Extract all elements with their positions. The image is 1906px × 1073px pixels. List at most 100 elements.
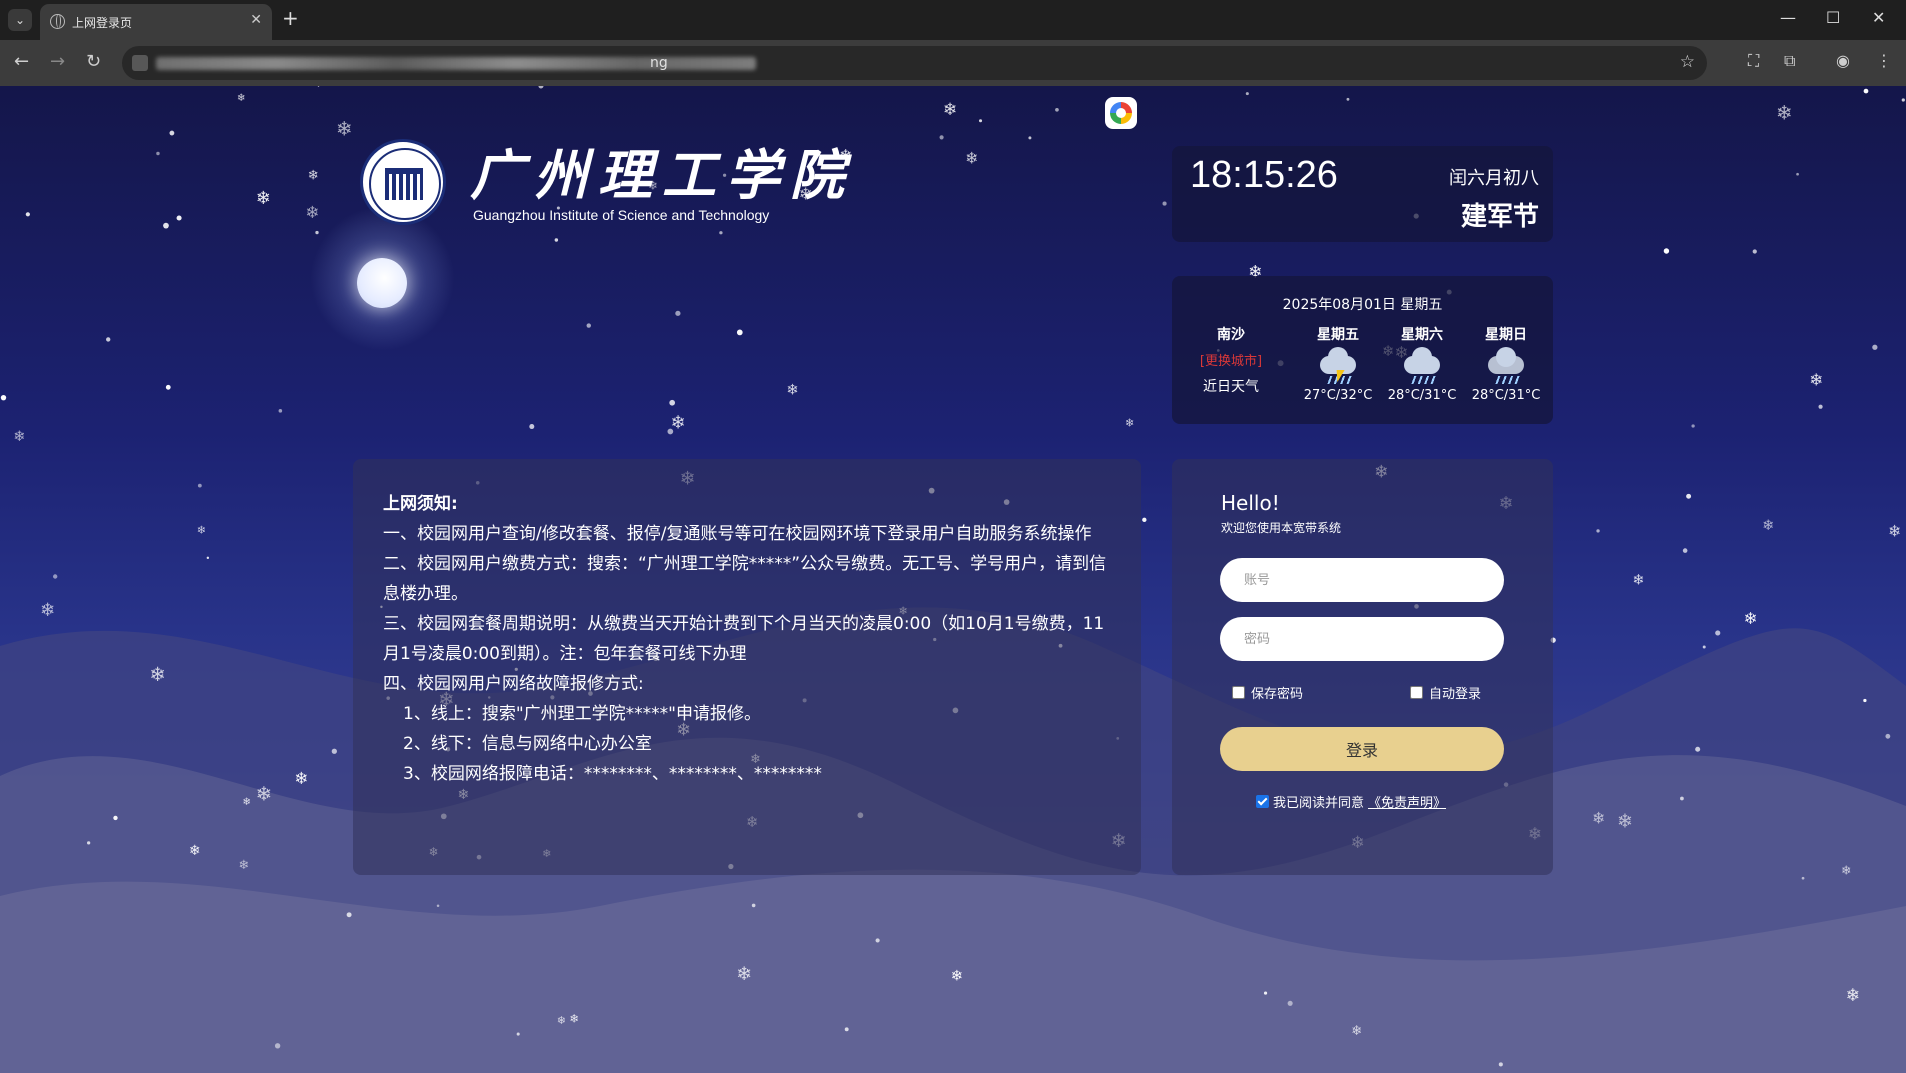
minimize-button[interactable]: —	[1780, 8, 1796, 27]
close-window-button[interactable]: ✕	[1872, 8, 1885, 27]
snow-dot	[25, 212, 30, 217]
weather-day-1: 星期五 27°C/32°C	[1296, 324, 1380, 403]
checkbox-box[interactable]	[1410, 686, 1423, 699]
festival-label: 建军节	[1460, 202, 1539, 232]
snowflake-icon: ❄	[294, 769, 308, 788]
lunar-date: 闰六月初八	[1449, 168, 1539, 189]
login-welcome: 欢迎您使用本宽带系统	[1221, 521, 1342, 535]
floating-app-icon[interactable]	[1105, 97, 1137, 129]
snowflake-icon: ❄	[965, 149, 978, 168]
snow-dot	[529, 424, 535, 430]
snow-dot	[1287, 1000, 1293, 1006]
snowflake-icon: ❄	[557, 1014, 566, 1027]
snow-dot	[1695, 746, 1701, 752]
weather-temp: 28°C/31°C	[1471, 388, 1541, 403]
snowflake-icon: ❄	[1776, 101, 1793, 124]
account-input[interactable]	[1220, 558, 1504, 602]
new-tab-button[interactable]: +	[282, 8, 299, 28]
maximize-button[interactable]: ☐	[1826, 8, 1840, 27]
snowflake-icon: ❄	[1846, 986, 1861, 1006]
snowflake-icon: ❄	[1888, 521, 1901, 540]
auto-login-checkbox[interactable]: 自动登录	[1410, 683, 1481, 702]
browser-tab-active[interactable]: 上网登录页 ✕	[40, 4, 272, 40]
snow-dot	[669, 399, 676, 406]
snowflake-icon: ❄	[197, 524, 206, 537]
profile-icon[interactable]: ◉	[1836, 51, 1850, 70]
save-password-checkbox[interactable]: 保存密码	[1232, 683, 1303, 702]
snow-dot	[331, 748, 337, 754]
close-tab-icon[interactable]: ✕	[250, 12, 262, 28]
snowflake-icon: ❄	[943, 100, 957, 120]
snowflake-icon: ❄	[951, 968, 963, 985]
snow-dot	[197, 483, 202, 488]
forward-button[interactable]: →	[50, 51, 65, 72]
bookmark-star-icon[interactable]: ☆	[1680, 52, 1695, 72]
snow-dot	[554, 238, 559, 242]
extensions-icon[interactable]: ⧉	[1784, 51, 1795, 71]
notice-line: 一、校园网用户查询/修改套餐、报停/复通账号等可在校园网环境下登录用户自助服务系…	[383, 524, 1092, 544]
notice-line: 四、校园网用户网络故障报修方式:	[383, 674, 644, 694]
agree-checkbox[interactable]	[1256, 795, 1269, 808]
password-input[interactable]	[1220, 617, 1504, 661]
login-button[interactable]: 登录	[1220, 727, 1504, 771]
snow-dot	[1691, 424, 1695, 428]
snowflake-icon: ❄	[13, 429, 25, 445]
snowflake-icon: ❄	[1617, 809, 1633, 832]
snowflake-icon: ❄	[149, 663, 165, 686]
snow-dot	[1245, 92, 1249, 96]
snow-dot	[1680, 796, 1684, 801]
recent-weather-label: 近日天气	[1203, 379, 1259, 395]
snow-dot	[875, 938, 880, 943]
snow-dot	[1596, 529, 1600, 533]
school-name-en: Guangzhou Institute of Science and Techn…	[473, 207, 770, 223]
snow-dot	[1715, 630, 1721, 636]
snowflake-icon: ❄	[305, 203, 319, 222]
checkbox-box[interactable]	[1232, 686, 1245, 699]
snow-dot	[1885, 733, 1891, 739]
rain-icon	[1484, 347, 1528, 386]
snow-dot	[278, 409, 283, 413]
back-button[interactable]: ←	[14, 51, 29, 72]
change-city-link[interactable]: [更换城市]	[1184, 350, 1278, 369]
globe-icon	[50, 14, 65, 29]
screenshot-icon[interactable]: ⛶	[1748, 51, 1759, 71]
snow-dot	[1801, 876, 1805, 880]
reload-button[interactable]: ↻	[86, 51, 101, 72]
snowflake-icon: ❄	[569, 1012, 579, 1026]
notice-panel: 上网须知: 一、校园网用户查询/修改套餐、报停/复通账号等可在校园网环境下登录用…	[353, 459, 1141, 875]
snow-dot	[87, 841, 91, 845]
address-bar[interactable]: ng ☆	[122, 46, 1707, 80]
notice-line: 三、校园网套餐周期说明：从缴费当天开始计费到下个月当天的凌晨0:00（如10月1…	[383, 614, 1105, 664]
snowflake-icon: ❄	[786, 381, 798, 398]
snowflake-icon: ❄	[1744, 609, 1758, 628]
clock-panel: 18:15:26 闰六月初八 建军节	[1172, 146, 1553, 242]
weather-temp: 27°C/32°C	[1303, 388, 1373, 403]
snow-dot	[1663, 248, 1670, 254]
snowflake-icon: ❄	[1632, 572, 1644, 588]
weather-panel: 2025年08月01日 星期五 南沙 [更换城市] 近日天气 星期五 27°C/…	[1172, 276, 1553, 424]
snow-dot	[1263, 991, 1268, 995]
snow-dot	[1028, 136, 1032, 140]
snow-dot	[169, 130, 175, 136]
snow-dot	[1752, 249, 1757, 254]
tab-list-button[interactable]: ⌄	[8, 9, 32, 31]
disclaimer-link[interactable]: 《免责声明》	[1368, 792, 1446, 811]
site-info-icon[interactable]	[132, 55, 148, 71]
snowflake-icon: ❄	[243, 796, 252, 808]
weather-day-name: 星期五	[1317, 327, 1359, 343]
snowflake-icon: ❄	[1125, 417, 1134, 430]
snow-dot	[163, 222, 169, 229]
snow-dot	[165, 384, 171, 390]
snow-dot	[52, 574, 58, 579]
notice-title: 上网须知:	[383, 494, 458, 514]
snow-dot	[156, 151, 160, 156]
snow-dot	[436, 904, 440, 908]
snow-dot	[1702, 645, 1706, 649]
snowflake-icon: ❄	[308, 169, 319, 184]
snow-dot	[1796, 172, 1799, 176]
login-hello: Hello!	[1221, 491, 1280, 515]
snow-dot	[1346, 97, 1350, 101]
snow-dot	[346, 912, 352, 918]
menu-icon[interactable]: ⋮	[1876, 51, 1892, 70]
snow-dot	[516, 1032, 520, 1036]
